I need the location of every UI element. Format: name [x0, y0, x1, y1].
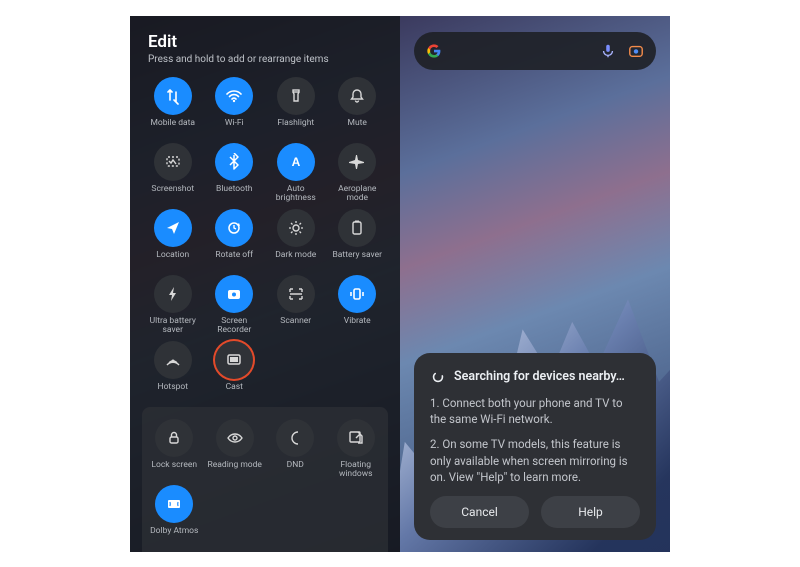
tile-dnd[interactable]: DND [267, 417, 324, 479]
tile-dark-mode[interactable]: Dark mode [267, 207, 325, 269]
letter-a-icon [277, 143, 315, 181]
rotate-icon [215, 209, 253, 247]
bell-icon [338, 77, 376, 115]
arrows-updown-icon [154, 77, 192, 115]
tile-label: Scanner [280, 317, 311, 335]
tile-label: Floating windows [328, 461, 385, 479]
tile-label: Dark mode [275, 251, 316, 269]
scanner-icon [277, 275, 315, 313]
cancel-button[interactable]: Cancel [430, 496, 529, 528]
tile-bluetooth[interactable]: Bluetooth [206, 141, 264, 203]
tile-mobile-data[interactable]: Mobile data [144, 75, 202, 137]
cast-icon [215, 341, 253, 379]
tile-label: Rotate off [215, 251, 253, 269]
tile-label: Screenshot [151, 185, 194, 203]
google-logo-icon [426, 43, 442, 59]
tile-floating-windows[interactable]: Floating windows [328, 417, 385, 479]
tile-aeroplane[interactable]: Aeroplane mode [329, 141, 387, 203]
dialog-step-1: 1. Connect both your phone and TV to the… [430, 395, 640, 428]
screenshot-icon [154, 143, 192, 181]
vibrate-icon [338, 275, 376, 313]
tile-label: Auto brightness [267, 185, 325, 203]
tile-ultra-battery[interactable]: Ultra battery saver [144, 273, 202, 335]
tile-screenshot[interactable]: Screenshot [144, 141, 202, 203]
tile-hotspot[interactable]: Hotspot [144, 339, 202, 401]
tile-mute[interactable]: Mute [329, 75, 387, 137]
tile-label: Lock screen [151, 461, 197, 479]
tile-battery-saver[interactable]: Battery saver [329, 207, 387, 269]
bluetooth-icon [215, 143, 253, 181]
cast-search-screen: Searching for devices nearby… 1. Connect… [400, 16, 670, 552]
bolt-icon [154, 275, 192, 313]
flashlight-icon [277, 77, 315, 115]
tile-label: Aeroplane mode [329, 185, 387, 203]
float-icon [337, 419, 375, 457]
tile-reading-mode[interactable]: Reading mode [207, 417, 264, 479]
tile-label: Reading mode [208, 461, 262, 479]
tile-label: Mute [348, 119, 367, 137]
spinner-icon [430, 369, 446, 385]
cast-searching-dialog: Searching for devices nearby… 1. Connect… [414, 353, 656, 540]
tile-label: Bluetooth [216, 185, 252, 203]
tile-label: DND [287, 461, 304, 479]
dialog-step-2: 2. On some TV models, this feature is on… [430, 436, 640, 486]
tile-auto-brightness[interactable]: Auto brightness [267, 141, 325, 203]
tile-dolby-atmos[interactable]: Dolby Atmos [146, 483, 203, 545]
moon-sun-icon [277, 209, 315, 247]
tile-location[interactable]: Location [144, 207, 202, 269]
airplane-icon [338, 143, 376, 181]
tile-label: Wi-Fi [225, 119, 244, 137]
page-title: Edit [148, 32, 382, 52]
dialog-title-text: Searching for devices nearby… [454, 369, 625, 384]
tile-label: Screen Recorder [206, 317, 264, 335]
tile-label: Hotspot [158, 383, 188, 401]
nav-arrow-icon [154, 209, 192, 247]
tile-wifi[interactable]: Wi-Fi [206, 75, 264, 137]
lens-icon[interactable] [628, 43, 644, 59]
tile-lock-screen[interactable]: Lock screen [146, 417, 203, 479]
lock-icon [155, 419, 193, 457]
tile-label: Dolby Atmos [150, 527, 198, 545]
tile-label: Location [156, 251, 189, 269]
eye-icon [216, 419, 254, 457]
camera-icon [215, 275, 253, 313]
hotspot-icon [154, 341, 192, 379]
quick-settings-edit-screen: Edit Press and hold to add or rearrange … [130, 16, 400, 552]
wifi-icon [215, 77, 253, 115]
tile-label: Flashlight [277, 119, 314, 137]
tile-label: Vibrate [344, 317, 371, 335]
google-search-bar[interactable] [414, 32, 656, 70]
moon-icon [276, 419, 314, 457]
dolby-icon [155, 485, 193, 523]
tile-flashlight[interactable]: Flashlight [267, 75, 325, 137]
help-button[interactable]: Help [541, 496, 640, 528]
tile-scanner[interactable]: Scanner [267, 273, 325, 335]
mic-icon[interactable] [600, 43, 616, 59]
tile-label: Battery saver [333, 251, 382, 269]
tile-screen-recorder[interactable]: Screen Recorder [206, 273, 264, 335]
tile-label: Ultra battery saver [144, 317, 202, 335]
tile-vibrate[interactable]: Vibrate [329, 273, 387, 335]
tile-cast[interactable]: Cast [206, 339, 264, 401]
battery-icon [338, 209, 376, 247]
page-subtitle: Press and hold to add or rearrange items [148, 54, 382, 65]
tile-label: Cast [226, 383, 243, 401]
tile-label: Mobile data [150, 119, 195, 137]
tile-rotate[interactable]: Rotate off [206, 207, 264, 269]
